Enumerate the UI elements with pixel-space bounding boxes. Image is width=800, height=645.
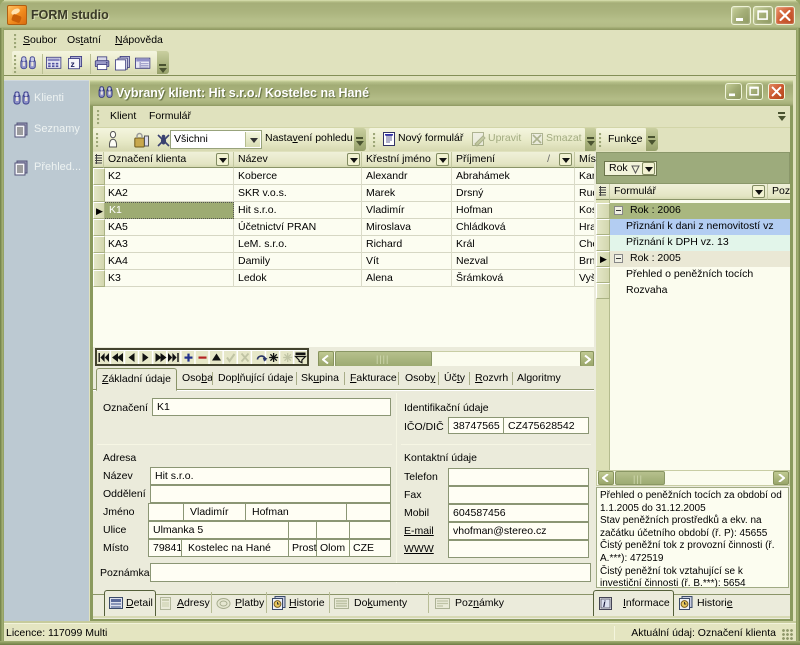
svg-text:z: z	[71, 59, 75, 69]
